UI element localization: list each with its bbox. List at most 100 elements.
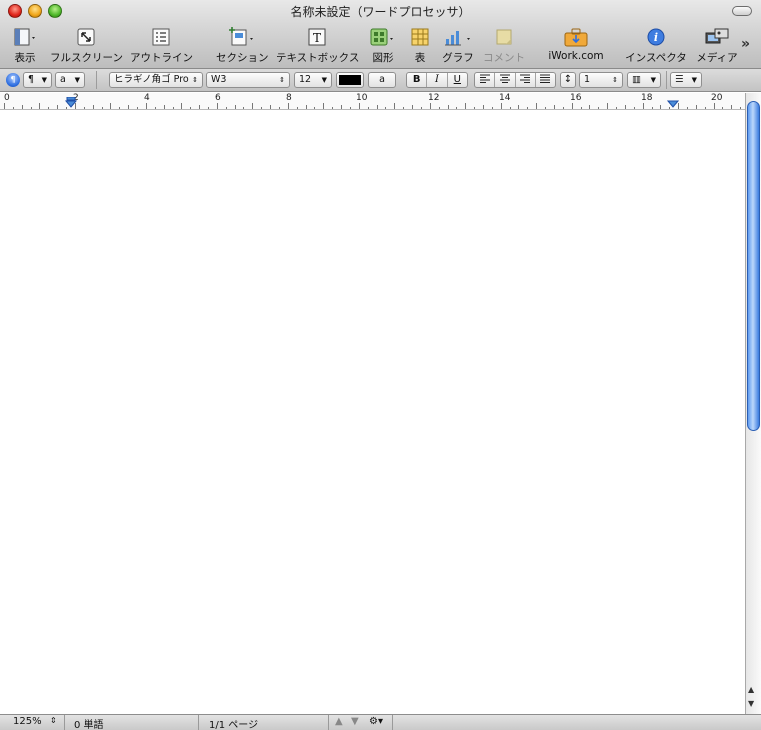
ruler-tick xyxy=(314,107,316,109)
align-center-button[interactable] xyxy=(495,73,516,87)
ruler-tick xyxy=(633,107,635,109)
view-button[interactable]: 表示 xyxy=(8,26,42,65)
character-style-popup[interactable]: a ▼ xyxy=(55,72,85,88)
toolbar-toggle-button[interactable] xyxy=(732,6,752,16)
window-title: 名称未設定（ワードプロセッサ） xyxy=(290,5,471,19)
left-indent-marker-icon[interactable] xyxy=(65,97,77,109)
align-right-icon xyxy=(520,74,531,83)
ruler-tick xyxy=(527,107,529,109)
status-divider xyxy=(328,715,329,730)
ruler-tick xyxy=(394,103,396,109)
next-page-arrow-icon[interactable]: ▼ xyxy=(351,716,359,727)
text-color-well[interactable] xyxy=(336,72,364,88)
align-right-button[interactable] xyxy=(516,73,536,87)
gear-icon[interactable]: ⚙▾ xyxy=(369,716,383,727)
ruler-tick xyxy=(429,103,431,109)
ruler-tick xyxy=(199,105,201,109)
horizontal-ruler[interactable]: 0 2 4 6 8 10 12 14 16 18 20 xyxy=(0,93,751,110)
textbox-button[interactable]: T テキストボックス xyxy=(276,26,359,65)
view-icon xyxy=(8,26,42,48)
ruler-tick xyxy=(722,107,724,109)
styles-drawer-icon[interactable]: ¶ xyxy=(6,73,20,87)
ruler-tick xyxy=(358,103,360,109)
ruler-tick xyxy=(509,107,511,109)
ruler-tick xyxy=(341,105,343,109)
ruler-tick xyxy=(545,107,547,109)
list-style-popup[interactable]: ☰ ▼ xyxy=(670,72,702,88)
ruler-tick xyxy=(110,103,112,109)
justify-icon xyxy=(540,74,551,83)
highlight-color-well[interactable]: a xyxy=(368,72,396,88)
ruler-tick xyxy=(261,107,263,109)
columns-popup[interactable]: ▥ ▼ xyxy=(627,72,661,88)
ruler-tick xyxy=(332,107,334,109)
ruler-tick xyxy=(571,103,573,109)
ruler-tick xyxy=(208,107,209,109)
ruler-tick xyxy=(101,107,103,109)
previous-page-arrow-icon[interactable]: ▲ xyxy=(335,716,343,727)
ruler-tick xyxy=(713,103,715,109)
iwork-button[interactable]: iWork.com xyxy=(548,26,604,62)
zoom-level[interactable]: 125% xyxy=(13,716,42,727)
ruler-tick xyxy=(181,103,183,109)
comment-button[interactable]: コメント xyxy=(482,26,526,65)
align-center-icon xyxy=(499,74,510,83)
ruler-tick xyxy=(278,107,280,109)
italic-button[interactable]: I xyxy=(427,73,448,87)
status-divider xyxy=(392,715,393,730)
fullscreen-button[interactable]: フルスクリーン xyxy=(50,26,123,65)
outline-button[interactable]: アウトライン xyxy=(130,26,193,65)
underline-button[interactable]: U xyxy=(448,73,467,87)
ruler-tick xyxy=(57,105,59,109)
chevron-down-icon: ▼ xyxy=(650,76,656,84)
ruler-tick xyxy=(607,103,609,109)
scroll-up-arrow-icon[interactable]: ▲ xyxy=(748,685,754,694)
inspector-icon: i xyxy=(624,26,688,48)
align-left-button[interactable] xyxy=(475,73,496,87)
ruler-tick xyxy=(562,107,564,109)
font-weight-popup[interactable]: W3 ⇕ xyxy=(206,72,290,88)
format-divider xyxy=(666,71,667,89)
inspector-button[interactable]: i インスペクタ xyxy=(624,26,688,65)
media-button[interactable]: メディア xyxy=(696,26,738,65)
justify-button[interactable] xyxy=(536,73,555,87)
toolbar-overflow-chevron-icon[interactable]: » xyxy=(741,36,750,52)
vertical-scrollbar[interactable]: ▲ ▼ xyxy=(745,93,761,714)
ruler-tick xyxy=(92,105,94,109)
font-family-popup[interactable]: ヒラギノ角ゴ Pro ⇕ xyxy=(109,72,203,88)
line-spacing-popup[interactable]: 1 ⇕ xyxy=(579,72,623,88)
ruler-tick xyxy=(48,107,50,109)
ruler-tick xyxy=(305,105,307,109)
bold-button[interactable]: B xyxy=(407,73,428,87)
ruler-label: 14 xyxy=(499,93,511,103)
status-divider xyxy=(198,715,199,730)
shapes-button[interactable]: 図形 xyxy=(368,26,398,65)
textbox-icon: T xyxy=(276,26,358,48)
ruler-tick xyxy=(616,107,618,109)
scroll-down-arrow-icon[interactable]: ▼ xyxy=(748,699,754,708)
line-spacing-button[interactable]: ↕ xyxy=(560,72,576,88)
ruler-tick xyxy=(456,107,458,109)
ruler-tick xyxy=(349,107,351,109)
comment-icon xyxy=(482,26,526,48)
ruler-tick xyxy=(190,107,192,109)
zoom-stepper-icon[interactable]: ⇕ xyxy=(50,716,57,725)
section-button[interactable]: セクション xyxy=(216,26,269,65)
ruler-label: 8 xyxy=(286,93,292,103)
ruler-tick xyxy=(447,105,449,109)
ruler-tick xyxy=(403,107,405,109)
scroll-thumb[interactable] xyxy=(747,101,760,431)
columns-icon: ▥ xyxy=(632,74,641,85)
list-icon: ☰ xyxy=(675,74,684,85)
chart-button[interactable]: グラフ xyxy=(440,26,476,65)
font-size-combo[interactable]: 12 ▼ xyxy=(294,72,332,88)
table-button[interactable]: 表 xyxy=(408,26,432,65)
ruler-tick xyxy=(598,107,600,109)
paragraph-style-popup[interactable]: ¶ ▼ xyxy=(23,72,52,88)
ruler-tick xyxy=(420,107,422,109)
right-indent-marker-icon[interactable] xyxy=(667,97,679,109)
ruler-tick xyxy=(323,103,325,109)
ruler-tick xyxy=(491,107,493,109)
document-canvas[interactable] xyxy=(0,111,745,714)
shapes-icon xyxy=(368,26,398,48)
